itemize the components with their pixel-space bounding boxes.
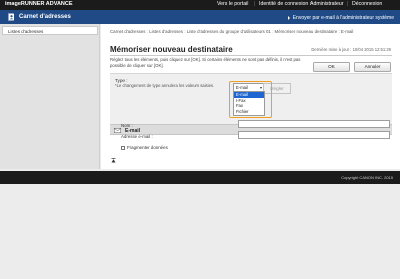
logout-link[interactable]: Déconnexion (352, 1, 382, 7)
footer: Copyright CANON INC. 2015 (0, 171, 400, 184)
instructions-text: Réglez tous les éléments, puis cliquez s… (110, 57, 301, 68)
name-label: Nom : (121, 123, 133, 128)
email-section-title: E-mail (125, 127, 141, 134)
name-input[interactable] (238, 120, 390, 128)
type-note: *Le changement de type annulera les vale… (115, 83, 215, 88)
login-user-name: Administrateur (310, 1, 344, 7)
email-address-label: Adresse e-mail : (121, 134, 153, 139)
login-id-label: Identité de connexion : (259, 1, 312, 7)
email-icon (114, 127, 121, 133)
page-title: Mémoriser nouveau destinataire (110, 45, 233, 54)
address-book-icon (7, 13, 14, 21)
nav-divider: | (254, 1, 256, 7)
highlight-frame (229, 81, 272, 118)
portal-link[interactable]: Vers le portail (217, 1, 248, 7)
page-section-title: Carnet d'adresses (19, 13, 71, 20)
fragment-data-checkbox[interactable] (121, 146, 125, 150)
ok-button[interactable]: OK (313, 62, 350, 72)
copyright: Copyright CANON INC. 2015 (341, 175, 393, 180)
breadcrumb: Carnet d'adresses : Listes d'adresses : … (110, 29, 392, 35)
fragment-data-label: Fragmenter données (127, 145, 168, 150)
sub-header: Carnet d'adresses Envoyer par e-mail à l… (0, 10, 400, 24)
breadcrumb-item[interactable]: Carnet d'adresses (110, 29, 146, 34)
nav-divider: | (347, 1, 349, 7)
cancel-button[interactable]: Annuler (354, 62, 391, 72)
top-bar: imageRUNNER ADVANCE Vers le portail | Id… (0, 0, 400, 10)
divider (110, 55, 392, 56)
brand-logo: imageRUNNER ADVANCE (5, 1, 73, 7)
breadcrumb-current: Mémoriser nouveau destinataire : E-mail (274, 29, 354, 34)
scroll-top-icon[interactable] (111, 158, 116, 163)
sidebar-item-address-lists[interactable]: Listes d'adresses (2, 26, 98, 35)
breadcrumb-item[interactable]: Liste d'adresses du groupe d'utilisateur… (187, 29, 271, 34)
email-admin-link[interactable]: Envoyer par e-mail à l'administrateur sy… (287, 15, 394, 21)
sidebar: Listes d'adresses (0, 24, 100, 169)
breadcrumb-item[interactable]: Listes d'adresses (149, 29, 183, 34)
email-address-input[interactable] (238, 131, 390, 139)
last-updated: Dernière mise à jour : 10/04 2015 12:51:… (311, 47, 391, 52)
